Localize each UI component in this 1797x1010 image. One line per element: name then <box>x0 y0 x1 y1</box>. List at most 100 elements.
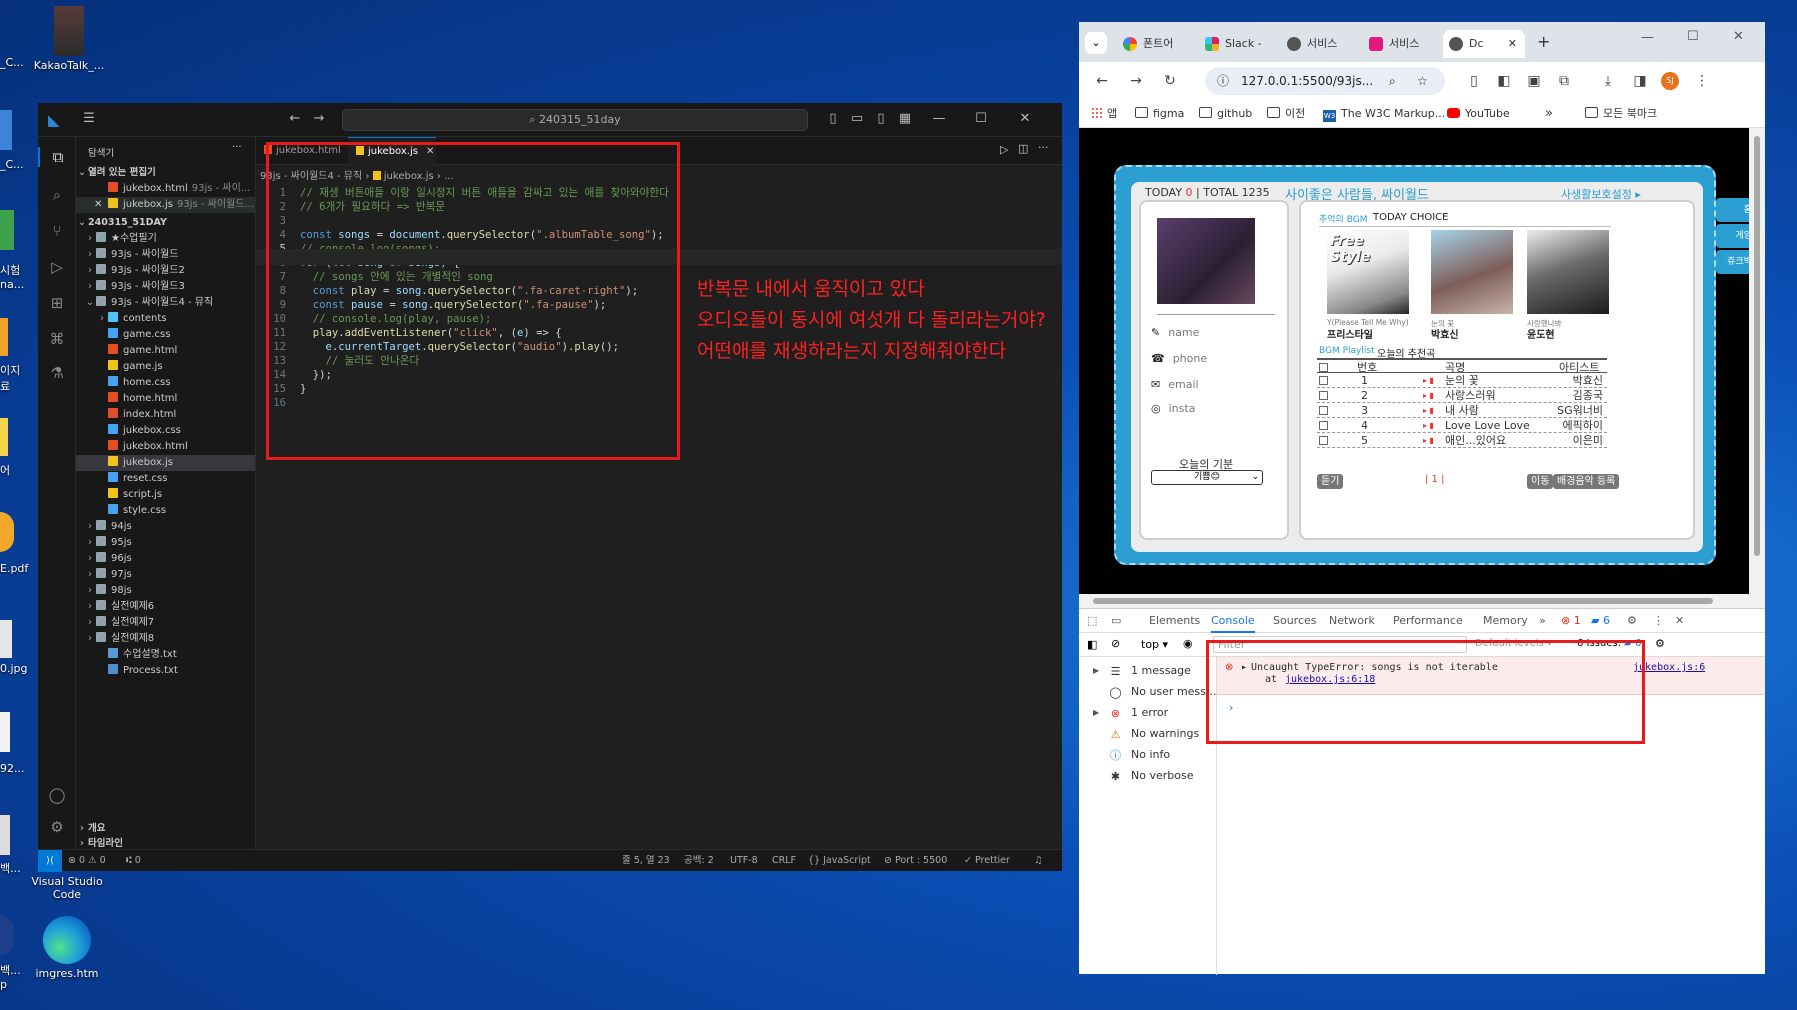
maximize-icon[interactable]: ☐ <box>972 110 990 128</box>
command-center-search[interactable]: ⌕ 240315_51day <box>342 109 808 131</box>
extension-icon[interactable]: ◧ <box>1495 72 1513 90</box>
listen-button[interactable]: 듣기 <box>1317 474 1344 489</box>
issue-badge[interactable]: ▰ 6 <box>1591 609 1610 633</box>
register-bgm-button[interactable]: 배경음악 등록 <box>1553 474 1620 489</box>
source-control-icon[interactable]: ⑂ <box>47 221 67 241</box>
tab-elements[interactable]: Elements <box>1149 609 1200 633</box>
close-devtools-icon[interactable]: ✕ <box>1675 609 1684 633</box>
vertical-scrollbar[interactable] <box>1749 128 1765 594</box>
more-actions-icon[interactable]: ··· <box>1038 141 1049 154</box>
minimize-icon[interactable]: — <box>930 110 948 128</box>
account-icon[interactable]: ◯ <box>47 785 67 805</box>
extensions-icon[interactable]: ⊞ <box>47 293 67 313</box>
language-mode[interactable]: {} JavaScript <box>808 850 871 871</box>
forward-arrow-icon[interactable]: → <box>310 110 328 128</box>
inspect-icon[interactable]: ⬚ <box>1087 609 1097 633</box>
pagination[interactable]: | 1 | <box>1425 474 1444 485</box>
side-panel-icon[interactable]: ◨ <box>1631 72 1649 90</box>
back-arrow-icon[interactable]: ← <box>286 110 304 128</box>
album-cover-yoondohyun[interactable] <box>1527 230 1609 314</box>
encoding[interactable]: UTF-8 <box>730 850 758 871</box>
live-expression-eye-icon[interactable]: ◉ <box>1183 637 1193 650</box>
cursor-position[interactable]: 줄 5, 열 23 <box>622 850 670 871</box>
bookmark-all[interactable]: 모든 북마크 <box>1585 106 1657 122</box>
tab-sources[interactable]: Sources <box>1273 609 1317 633</box>
notifications-bell-icon[interactable]: ♫ <box>1034 850 1043 871</box>
bookmark-apps[interactable]: 앱 <box>1091 106 1117 122</box>
file-tree-item[interactable]: jukebox.css <box>76 423 255 439</box>
search-icon[interactable]: ⌕ <box>47 185 67 205</box>
bookmark-previous[interactable]: 이전 <box>1267 106 1305 122</box>
sidebar-info[interactable]: ⓘ No info <box>1079 745 1217 765</box>
sidebar-user-messages[interactable]: ◯ No user mess... <box>1079 682 1217 702</box>
settings-gear-icon[interactable]: ⚙ <box>47 817 67 837</box>
file-tree-item[interactable]: game.html <box>76 343 255 359</box>
extensions-puzzle-icon[interactable]: ⧉ <box>1555 72 1573 90</box>
file-tree-item[interactable]: › 93js - 싸이월드3 <box>76 279 255 295</box>
download-icon[interactable]: ⤓ <box>1599 72 1617 90</box>
settings-gear-icon[interactable]: ⚙ <box>1627 609 1637 633</box>
file-tree-item[interactable]: › 93js - 싸이월드 <box>76 247 255 263</box>
context-selector[interactable]: top ▾ <box>1141 638 1168 651</box>
console-settings-icon[interactable]: ⚙ <box>1655 637 1665 650</box>
open-editors-header[interactable]: ⌄ 열려 있는 편집기 <box>76 165 255 181</box>
file-tree-item[interactable]: index.html <box>76 407 255 423</box>
file-tree-item[interactable]: home.css <box>76 375 255 391</box>
bookmark-youtube[interactable]: YouTube <box>1447 106 1510 122</box>
tab-console[interactable]: Console <box>1211 609 1255 633</box>
desktop-icon-kakaotalk[interactable]: KakaoTalk_... <box>32 6 106 72</box>
problems-indicator[interactable]: ⊗ 0 ⚠ 0 <box>68 850 106 871</box>
file-tree-item[interactable]: 수업설명.txt <box>76 647 255 663</box>
play-pause-icons[interactable]: ▸ ▮ <box>1423 418 1434 433</box>
remote-explorer-icon[interactable]: ⌘ <box>47 329 67 349</box>
menu-kebab-icon[interactable]: ⋮ <box>1693 72 1711 90</box>
play-pause-icons[interactable]: ▸ ▮ <box>1423 388 1434 403</box>
row-checkbox[interactable] <box>1319 436 1328 445</box>
sidebar-verbose[interactable]: ✱ No verbose <box>1079 766 1217 786</box>
file-tree-item[interactable]: Process.txt <box>76 663 255 679</box>
playlist-row[interactable]: 5 ▸ ▮ 애인...있어요 이은미 <box>1317 433 1607 448</box>
close-icon[interactable]: ✕ <box>1733 29 1744 44</box>
prettier-status[interactable]: ✓ Prettier <box>964 850 1010 871</box>
bookmark-w3c[interactable]: W3 The W3C Markup... <box>1323 106 1445 122</box>
file-tree-item[interactable]: style.css <box>76 503 255 519</box>
playlist-row[interactable]: 4 ▸ ▮ Love Love Love 에픽하이 <box>1317 418 1607 433</box>
clear-console-icon[interactable]: ⊘ <box>1111 637 1120 650</box>
file-tree-item[interactable]: › ★수업필기 <box>76 231 255 247</box>
profile-avatar[interactable]: SJ <box>1661 72 1679 90</box>
more-options-icon[interactable]: ⋮ <box>1653 609 1664 633</box>
explorer-icon[interactable]: ⧉ <box>38 147 76 167</box>
file-tree-item[interactable]: jukebox.html <box>76 439 255 455</box>
chrome-tab[interactable]: 폰트어 <box>1117 30 1199 58</box>
file-tree-item[interactable]: jukebox.js <box>76 455 255 471</box>
chrome-tab[interactable]: Slack - <box>1199 30 1281 58</box>
more-actions-icon[interactable]: ··· <box>232 142 242 153</box>
file-tree-item[interactable]: › 실전예제6 <box>76 599 255 615</box>
split-editor-icon[interactable]: ◫ <box>1018 142 1028 155</box>
file-tree-item[interactable]: › 97js <box>76 567 255 583</box>
playlist-row[interactable]: 3 ▸ ▮ 내 사람 SG워너비 <box>1317 403 1607 418</box>
close-editor-icon[interactable]: ✕ <box>94 197 108 213</box>
bookmark-github[interactable]: github <box>1199 106 1252 122</box>
open-editor-item[interactable]: jukebox.html 93js - 싸이... <box>76 181 255 197</box>
toggle-secondary-sidebar-icon[interactable]: ▯ <box>872 110 890 128</box>
open-editor-item-active[interactable]: ✕ jukebox.js 93js - 싸이월드... <box>76 197 255 213</box>
chrome-tab-active[interactable]: Dc ✕ <box>1443 30 1525 58</box>
mood-select[interactable]: 기쁨😊 ⌄ <box>1151 470 1263 485</box>
reload-icon[interactable]: ↻ <box>1161 72 1179 90</box>
close-tab-icon[interactable]: ✕ <box>1508 30 1517 58</box>
row-checkbox[interactable] <box>1319 391 1328 400</box>
file-tree-item[interactable]: ⌄ 93js - 싸이월드4 - 뮤직 <box>76 295 255 311</box>
indentation[interactable]: 공백: 2 <box>684 850 714 871</box>
row-checkbox[interactable] <box>1319 406 1328 415</box>
toggle-sidebar-icon[interactable]: ▯ <box>824 110 842 128</box>
run-debug-icon[interactable]: ▷ <box>47 257 67 277</box>
file-tree-item[interactable]: › 실전예제7 <box>76 615 255 631</box>
sidebar-messages[interactable]: ▶ ☰ 1 message <box>1079 661 1217 681</box>
file-tree-item[interactable]: › contents <box>76 311 255 327</box>
sidebar-warnings[interactable]: ⚠ No warnings <box>1079 724 1217 744</box>
new-tab-icon[interactable]: + <box>1537 32 1550 51</box>
menu-icon[interactable]: ☰ <box>80 110 98 128</box>
file-tree-item[interactable]: › 93js - 싸이월드2 <box>76 263 255 279</box>
move-button[interactable]: 이동 <box>1527 474 1554 489</box>
